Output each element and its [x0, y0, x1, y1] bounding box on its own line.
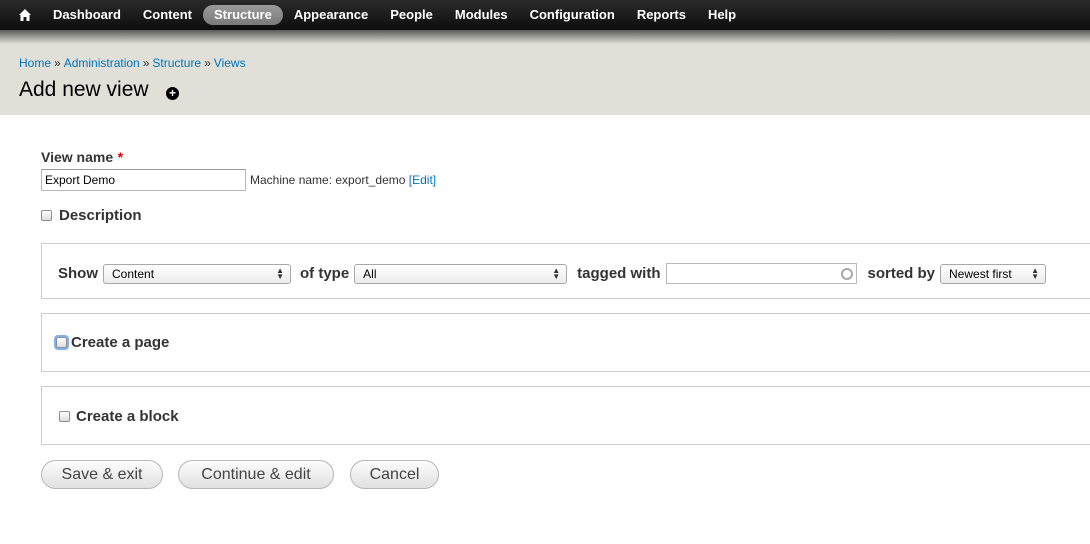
create-block-label: Create a block: [76, 408, 179, 425]
cancel-button[interactable]: Cancel: [350, 460, 439, 489]
select-arrows-icon: ▲ ▼: [1031, 265, 1040, 281]
of-type-label: of type: [300, 265, 350, 282]
home-icon[interactable]: [18, 8, 32, 22]
required-marker: *: [117, 149, 124, 165]
create-page-checkbox[interactable]: [56, 337, 67, 348]
show-label: Show: [58, 265, 98, 282]
description-toggle[interactable]: Description: [41, 207, 142, 224]
sorted-by-label: sorted by: [867, 265, 936, 282]
show-fieldset: Show Content ▲ ▼ of type All ▲ ▼ tagged wi…: [41, 243, 1090, 299]
show-select-value: Content: [112, 266, 155, 281]
breadcrumb-home[interactable]: Home: [19, 56, 51, 70]
toolbar-item-configuration[interactable]: Configuration: [519, 5, 626, 25]
create-block-fieldset: Create a block: [41, 386, 1090, 445]
machine-name: Machine name: export_demo [Edit]: [250, 173, 436, 187]
create-page-fieldset: Create a page: [41, 313, 1090, 372]
of-type-select-value: All: [363, 266, 377, 281]
breadcrumb-separator: »: [204, 56, 211, 70]
page-title: Add new view: [19, 78, 149, 101]
view-name-label-text: View name: [41, 149, 114, 165]
show-select[interactable]: Content ▲ ▼: [103, 263, 291, 284]
breadcrumb-separator: »: [142, 56, 150, 70]
page-header: Home» Administration» Structure» Views Add …: [0, 44, 1090, 115]
toolbar-item-content[interactable]: Content: [132, 5, 203, 25]
admin-toolbar: Dashboard Content Structure Appearance P…: [0, 0, 1090, 30]
breadcrumb-administration[interactable]: Administration: [64, 56, 140, 70]
toolbar-item-help[interactable]: Help: [697, 5, 747, 25]
view-name-input[interactable]: [41, 169, 246, 191]
machine-name-text: Machine name: export_demo: [250, 173, 406, 187]
autocomplete-throbber-icon: [840, 267, 853, 280]
breadcrumb: Home» Administration» Structure» Views: [19, 56, 246, 70]
breadcrumb-views[interactable]: Views: [214, 56, 246, 70]
breadcrumb-separator: »: [54, 56, 61, 70]
view-name-label: View name *: [41, 149, 123, 167]
toolbar-item-structure[interactable]: Structure: [203, 5, 283, 25]
sorted-by-select-value: Newest first: [949, 266, 1012, 281]
create-page-label: Create a page: [71, 334, 170, 351]
tagged-with-input[interactable]: [665, 263, 857, 284]
toolbar-item-modules[interactable]: Modules: [444, 5, 519, 25]
show-row: Show Content ▲ ▼ of type All ▲ ▼ tagged wi…: [58, 263, 1047, 284]
sorted-by-select[interactable]: Newest first ▲ ▼: [940, 263, 1047, 284]
toolbar-item-reports[interactable]: Reports: [626, 5, 697, 25]
create-page-toggle[interactable]: Create a page: [56, 334, 169, 351]
breadcrumb-structure[interactable]: Structure: [152, 56, 201, 70]
of-type-select[interactable]: All ▲ ▼: [354, 263, 568, 284]
continue-edit-button[interactable]: Continue & edit: [178, 460, 334, 489]
toolbar-menu: Dashboard Content Structure Appearance P…: [42, 0, 747, 30]
tagged-with-label: tagged with: [577, 265, 661, 282]
add-shortcut-icon[interactable]: +: [166, 87, 179, 100]
toolbar-item-appearance[interactable]: Appearance: [283, 5, 379, 25]
select-arrows-icon: ▲ ▼: [276, 265, 284, 281]
description-label: Description: [59, 207, 142, 224]
create-block-toggle[interactable]: Create a block: [59, 408, 179, 425]
save-exit-button[interactable]: Save & exit: [41, 460, 163, 489]
machine-name-edit-link[interactable]: [Edit]: [409, 173, 436, 187]
create-block-checkbox[interactable]: [59, 411, 70, 422]
description-checkbox[interactable]: [41, 210, 52, 221]
toolbar-shadow: [0, 30, 1090, 44]
toolbar-item-people[interactable]: People: [379, 5, 444, 25]
select-arrows-icon: ▲ ▼: [552, 265, 561, 281]
toolbar-item-dashboard[interactable]: Dashboard: [42, 5, 132, 25]
